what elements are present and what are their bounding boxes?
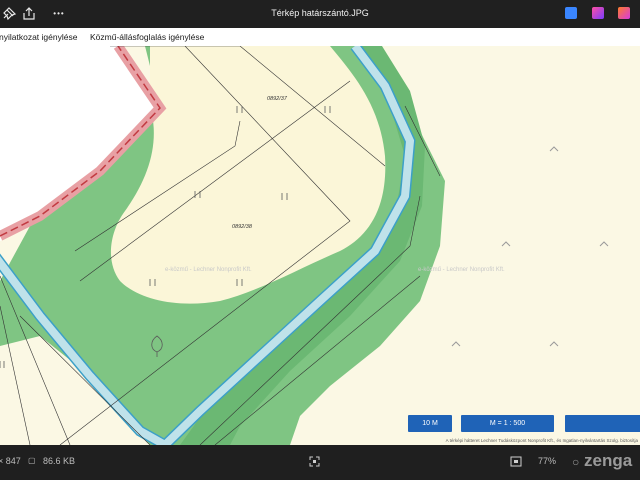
map-attribution: A térképi hátteret Lechner Tudásközpont …	[445, 438, 638, 443]
image-dimensions: × 847	[0, 456, 21, 466]
menu-item-utility-statement[interactable]: Közmű-állásfoglalás igénylése	[90, 32, 204, 42]
map-watermark: e-közmű - Lechner Nonprofit Kft.	[165, 267, 252, 273]
zoom-level[interactable]: 77%	[538, 456, 556, 466]
zenga-watermark: ○ zenga	[572, 451, 632, 471]
zenga-text: zenga	[583, 451, 633, 470]
clipchamp-icon[interactable]	[592, 7, 604, 19]
copilot-icon[interactable]	[618, 7, 630, 19]
parcel-label: 0892/38	[232, 224, 252, 230]
file-size: 86.6 KB	[43, 456, 76, 466]
scale-ratio-button[interactable]: M = 1 : 500	[461, 415, 554, 432]
actual-size-icon[interactable]	[510, 456, 522, 469]
menu-item-declaration[interactable]: nyilatkozat igénylése	[0, 32, 77, 42]
scale-10m-button[interactable]: 10 M	[408, 415, 452, 432]
map-canvas	[0, 46, 609, 445]
window-title: Térkép határszántó.JPG	[271, 8, 369, 18]
map-watermark: e-közmű - Lechner Nonprofit Kft.	[418, 267, 505, 273]
map-view[interactable]: 0892/37 0892/38 e-közmű - Lechner Nonpro…	[0, 46, 640, 445]
edit-app-icon[interactable]	[565, 7, 577, 19]
title-bar: ••• Térkép határszántó.JPG	[0, 0, 640, 28]
parcel-label: 0892/37	[267, 96, 287, 102]
map-extra-button[interactable]	[565, 415, 640, 432]
fit-to-window-icon[interactable]	[309, 456, 320, 469]
status-bar: × 847 ▢ 86.6 KB 77% ○ zenga	[0, 445, 640, 480]
menu-bar: nyilatkozat igénylése Közmű-állásfoglalá…	[0, 28, 640, 47]
file-size-icon: ▢	[28, 456, 36, 465]
zenga-logo-icon: ○	[572, 455, 580, 469]
